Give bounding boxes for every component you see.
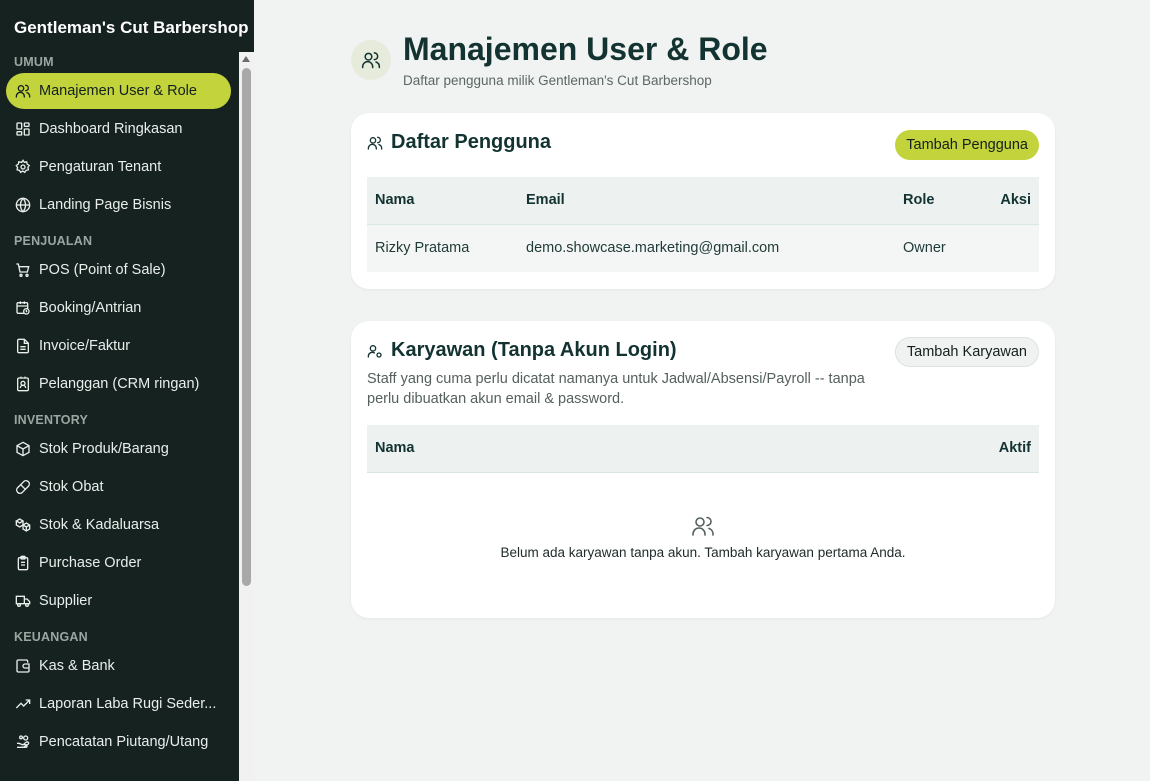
page-title: Manajemen User & Role (403, 31, 768, 67)
globe-icon (15, 197, 31, 213)
grid-icon (15, 121, 31, 137)
sidebar-item-label: Manajemen User & Role (39, 83, 197, 99)
sidebar-item-piutang-utang[interactable]: Pencatatan Piutang/Utang (6, 724, 231, 760)
scrollbar-thumb[interactable] (242, 68, 251, 586)
brand-title: Gentleman's Cut Barbershop (14, 18, 249, 37)
staff-card-description: Staff yang cuma perlu dicatat namanya un… (367, 371, 865, 407)
sidebar-item-booking[interactable]: Booking/Antrian (6, 290, 231, 326)
users-card: Daftar Pengguna Tambah Pengguna Nama Ema… (351, 113, 1055, 289)
document-icon (15, 338, 31, 354)
section-inventory: INVENTORY (14, 413, 89, 427)
sidebar-item-label: Pengaturan Tenant (39, 159, 162, 175)
sidebar-item-label: Stok & Kadaluarsa (39, 517, 160, 533)
sidebar: Gentleman's Cut Barbershop UMUM Manajeme… (0, 0, 254, 781)
sidebar-item-laba-rugi[interactable]: Laporan Laba Rugi Seder... (6, 686, 231, 722)
users-card-title: Daftar Pengguna (367, 131, 551, 154)
col-role: Role (903, 192, 935, 208)
sidebar-item-label: Kas & Bank (39, 658, 115, 674)
col-nama: Nama (375, 440, 415, 456)
section-keuangan: KEUANGAN (14, 630, 88, 644)
empty-state-text: Belum ada karyawan tanpa akun. Tambah ka… (500, 545, 906, 560)
sidebar-item-label: Pelanggan (CRM ringan) (39, 376, 200, 392)
contact-icon (15, 376, 31, 392)
pill-icon (15, 479, 31, 495)
section-umum: UMUM (14, 55, 54, 69)
sidebar-item-label: Pencatatan Piutang/Utang (39, 734, 209, 750)
sidebar-item-label: Laporan Laba Rugi Seder... (39, 696, 217, 712)
users-icon (15, 83, 31, 99)
sidebar-nav: UMUM Manajemen User & Role Dashboard Rin… (0, 52, 239, 781)
sidebar-item-landing-page[interactable]: Landing Page Bisnis (6, 187, 231, 223)
staff-card: Karyawan (Tanpa Akun Login) Tambah Karya… (351, 321, 1055, 618)
staff-card-title-text: Karyawan (Tanpa Akun Login) (391, 339, 677, 361)
sidebar-item-label: Dashboard Ringkasan (39, 121, 183, 137)
user-role: Owner (903, 240, 946, 256)
add-staff-button[interactable]: Tambah Karyawan (894, 337, 1039, 367)
wallet-icon (15, 658, 31, 674)
users-table-header: Nama Email Role Aksi (367, 177, 1039, 225)
col-aksi: Aksi (1000, 192, 1031, 208)
page-users-icon (351, 40, 391, 80)
cart-icon (15, 262, 31, 278)
page-subtitle: Daftar pengguna milik Gentleman's Cut Ba… (403, 73, 712, 88)
sidebar-item-label: Supplier (39, 593, 93, 609)
sidebar-item-supplier[interactable]: Supplier (6, 583, 231, 619)
sidebar-item-label: Invoice/Faktur (39, 338, 131, 354)
sidebar-item-kas-bank[interactable]: Kas & Bank (6, 648, 231, 684)
scroll-up-arrow-icon[interactable] (242, 56, 250, 62)
sidebar-item-purchase-order[interactable]: Purchase Order (6, 545, 231, 581)
boxes-icon (15, 517, 31, 533)
users-card-title-text: Daftar Pengguna (391, 131, 552, 153)
col-nama: Nama (375, 192, 415, 208)
user-name: Rizky Pratama (375, 240, 470, 256)
sidebar-item-label: POS (Point of Sale) (39, 262, 166, 278)
table-row: Rizky Pratama demo.showcase.marketing@gm… (367, 225, 1039, 272)
col-aktif: Aktif (998, 440, 1031, 456)
col-email: Email (526, 192, 565, 208)
empty-users-icon (691, 514, 715, 538)
user-cog-icon (367, 343, 383, 359)
sidebar-item-label: Purchase Order (39, 555, 142, 571)
hand-coins-icon (15, 734, 31, 750)
calendar-clock-icon (15, 300, 31, 316)
staff-table-header: Nama Aktif (367, 425, 1039, 473)
sidebar-item-label: Stok Obat (39, 479, 104, 495)
user-email: demo.showcase.marketing@gmail.com (526, 240, 780, 256)
sidebar-item-pengaturan-tenant[interactable]: Pengaturan Tenant (6, 149, 231, 185)
sidebar-item-label: Landing Page Bisnis (39, 197, 172, 213)
sidebar-item-invoice[interactable]: Invoice/Faktur (6, 328, 231, 364)
truck-icon (15, 593, 31, 609)
sidebar-item-pelanggan[interactable]: Pelanggan (CRM ringan) (6, 366, 231, 402)
add-user-button[interactable]: Tambah Pengguna (895, 130, 1039, 160)
sidebar-scrollbar[interactable] (239, 52, 254, 781)
gear-icon (15, 159, 31, 175)
staff-table: Nama Aktif (367, 425, 1039, 473)
sidebar-item-label: Stok Produk/Barang (39, 441, 169, 457)
sidebar-item-pos[interactable]: POS (Point of Sale) (6, 252, 231, 288)
sidebar-item-stok-produk[interactable]: Stok Produk/Barang (6, 431, 231, 467)
clipboard-icon (15, 555, 31, 571)
sidebar-item-dashboard[interactable]: Dashboard Ringkasan (6, 111, 231, 147)
sidebar-item-manajemen-user[interactable]: Manajemen User & Role (6, 73, 231, 109)
box-icon (15, 441, 31, 457)
sidebar-item-stok-kadaluarsa[interactable]: Stok & Kadaluarsa (6, 507, 231, 543)
section-penjualan: PENJUALAN (14, 234, 93, 248)
trend-up-icon (15, 696, 31, 712)
sidebar-item-stok-obat[interactable]: Stok Obat (6, 469, 231, 505)
users-icon (367, 135, 383, 151)
users-table: Nama Email Role Aksi Rizky Pratama demo.… (367, 177, 1039, 272)
staff-card-title: Karyawan (Tanpa Akun Login) (367, 339, 677, 362)
sidebar-item-label: Booking/Antrian (39, 300, 142, 316)
